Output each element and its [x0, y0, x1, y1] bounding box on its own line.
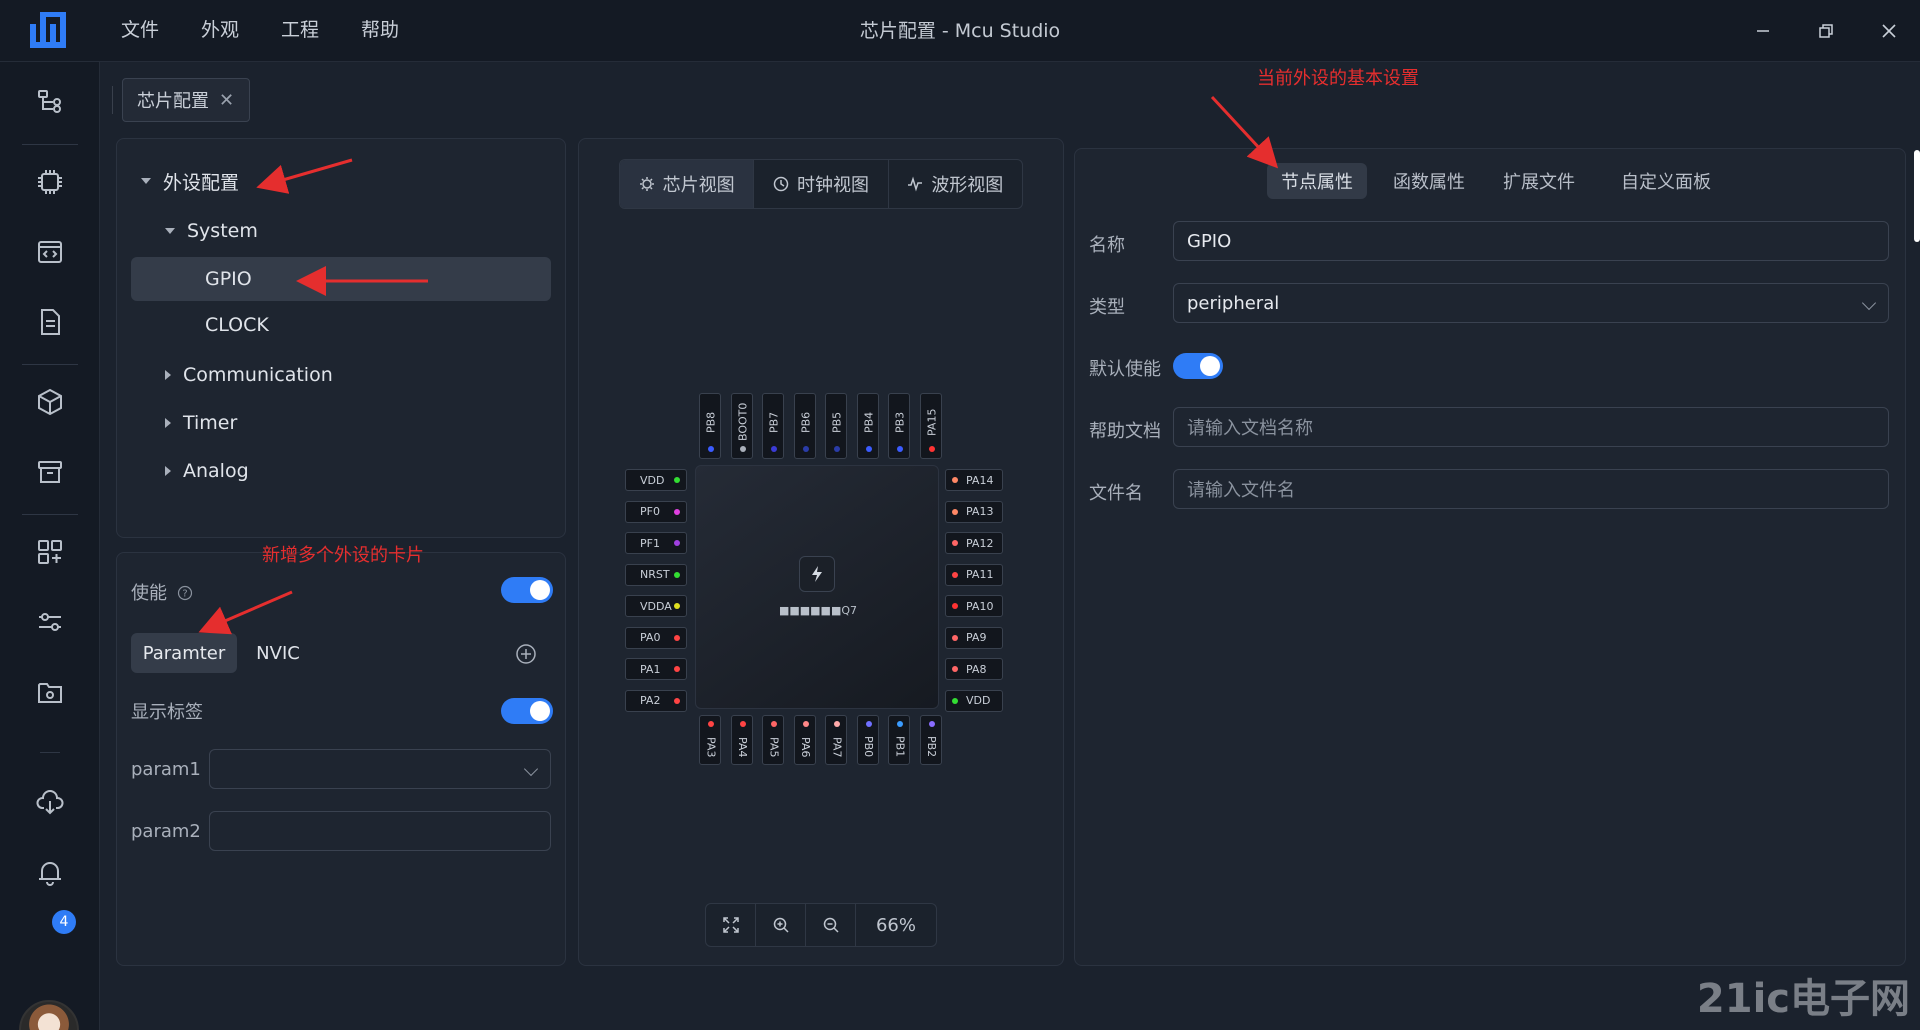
- annotation-arrow: [1210, 95, 1279, 169]
- annotation-arrows: [198, 95, 1279, 635]
- annotation-arrow: [256, 158, 353, 194]
- annotation-arrow: [198, 590, 293, 635]
- watermark: 21ic电子网: [1696, 976, 1910, 1022]
